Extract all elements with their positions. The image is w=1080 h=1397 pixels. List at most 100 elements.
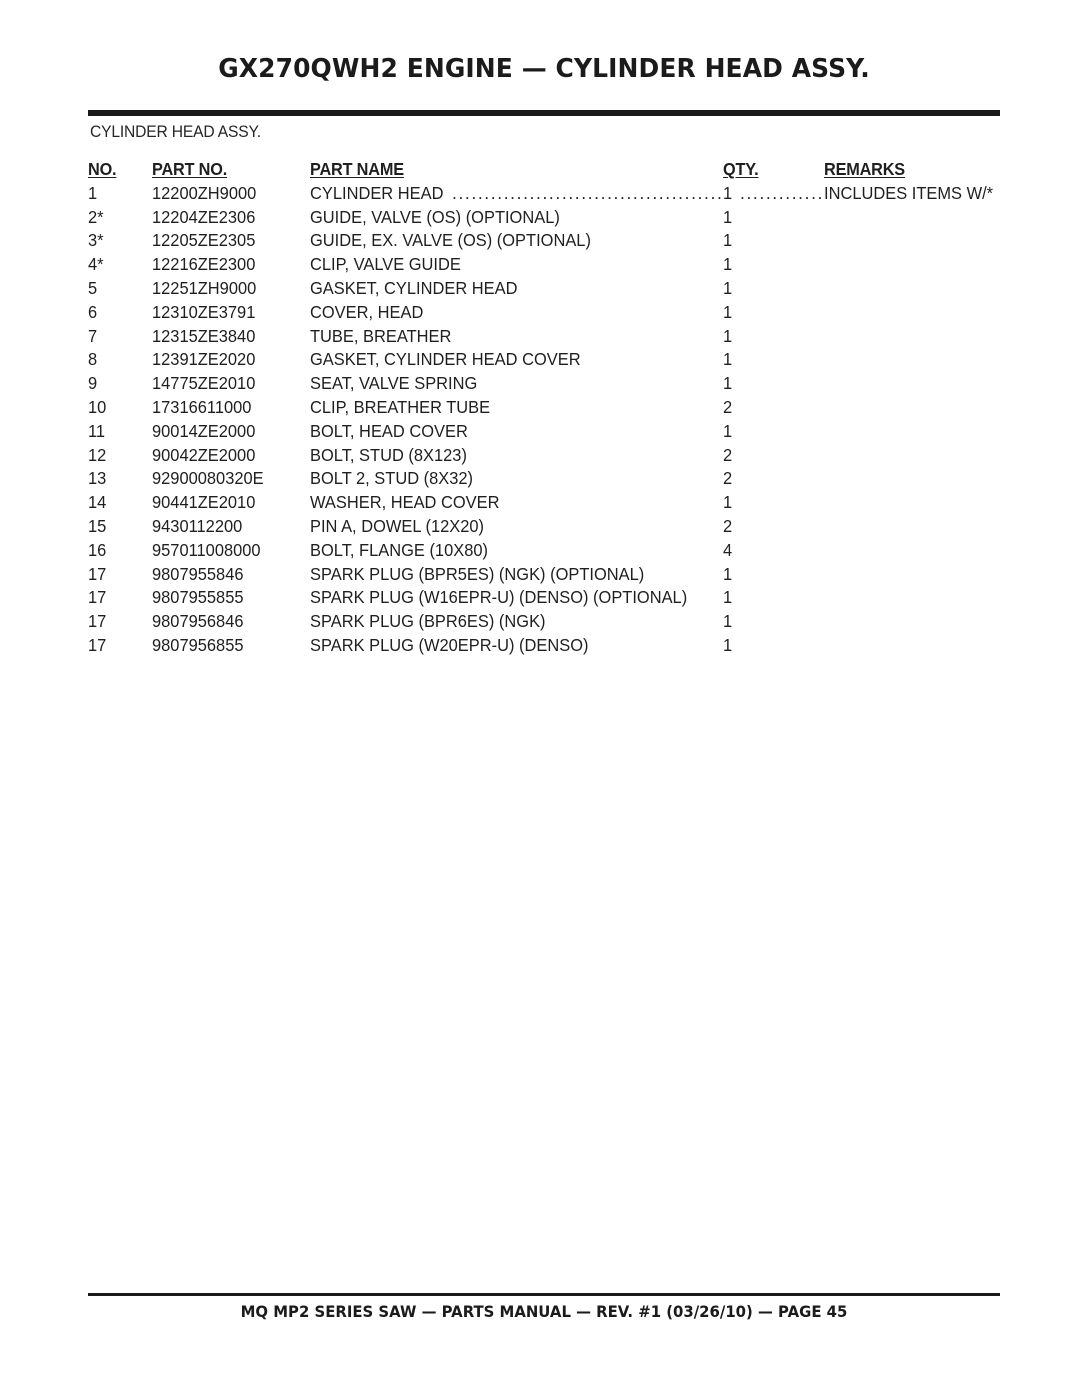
row-part-name: GASKET, CYLINDER HEAD COVER	[310, 349, 581, 370]
table-row: 9 14775ZE2010 SEAT, VALVE SPRING 1	[0, 372, 1080, 396]
row-no: 17	[88, 611, 107, 632]
row-part-name: COVER, HEAD	[310, 301, 424, 322]
table-row: 6 12310ZE3791 COVER, HEAD 1	[0, 301, 1080, 325]
row-part-name: GASKET, CYLINDER HEAD	[310, 277, 518, 298]
row-no: 8	[88, 349, 98, 370]
row-part-no: 12251ZH9000	[152, 277, 257, 298]
row-qty: 1	[723, 206, 733, 227]
row-part-no: 12216ZE2300	[152, 254, 256, 275]
row-no: 12	[88, 444, 107, 465]
row-part-no: 12315ZE3840	[152, 325, 256, 346]
row-part-no: 12205ZE2305	[152, 230, 256, 251]
row-qty: 1	[723, 587, 733, 608]
row-part-no: 90042ZE2000	[152, 444, 256, 465]
row-no: 9	[88, 373, 98, 394]
row-qty: 2	[723, 396, 733, 417]
table-row: 16 957011008000 BOLT, FLANGE (10X80) 4	[0, 539, 1080, 563]
row-no: 10	[88, 396, 107, 417]
row-no: 11	[88, 420, 106, 441]
page-title: GX270QWH2 ENGINE — CYLINDER HEAD ASSY.	[218, 54, 870, 84]
assembly-name-label: CYLINDER HEAD ASSY.	[90, 122, 261, 141]
row-qty: 2	[723, 444, 733, 465]
row-part-name: WASHER, HEAD COVER	[310, 492, 500, 513]
row-qty: 2	[723, 468, 733, 489]
row-no: 7	[88, 325, 98, 346]
column-header-remarks: REMARKS	[824, 159, 905, 179]
row-qty: 1	[723, 420, 733, 441]
parts-table: NO. PART NO. PART NAME QTY. REMARKS 1 122…	[0, 158, 1080, 658]
row-no: 17	[88, 587, 107, 608]
row-part-name: SEAT, VALVE SPRING	[310, 373, 478, 394]
table-row: 12 90042ZE2000 BOLT, STUD (8X123) 2	[0, 444, 1080, 468]
table-row: 17 9807955846 SPARK PLUG (BPR5ES) (NGK) (O…	[0, 563, 1080, 587]
dot-leader-qty-to-remarks: ..............	[740, 182, 822, 203]
row-part-name: BOLT, STUD (8X123)	[310, 444, 467, 465]
row-qty: 1	[723, 182, 733, 203]
row-qty: 1	[723, 325, 733, 346]
row-part-no: 12310ZE3791	[152, 301, 256, 322]
table-row: 2* 12204ZE2306 GUIDE, VALVE (OS) (OPTIONAL…	[0, 206, 1080, 230]
table-header-row: NO. PART NO. PART NAME QTY. REMARKS	[0, 158, 1080, 182]
column-header-qty: QTY.	[723, 159, 759, 179]
row-part-no: 12204ZE2306	[152, 206, 256, 227]
row-qty: 1	[723, 254, 733, 275]
table-body: 1 12200ZH9000 CYLINDER HEAD 1 INCLUDES ITEMS…	[0, 182, 1080, 658]
row-part-no: 9430112200	[152, 515, 243, 536]
row-qty: 1	[723, 492, 733, 513]
row-no: 15	[88, 515, 107, 536]
row-no: 17	[88, 634, 107, 655]
row-qty: 4	[723, 539, 733, 560]
table-row: 7 12315ZE3840 TUBE, BREATHER 1	[0, 325, 1080, 349]
row-no: 16	[88, 539, 107, 560]
row-part-no: 90441ZE2010	[152, 492, 256, 513]
row-part-name: CLIP, VALVE GUIDE	[310, 254, 461, 275]
row-qty: 1	[723, 277, 733, 298]
footer-divider-rule	[88, 1293, 1000, 1296]
row-part-no: 92900080320E	[152, 468, 264, 489]
column-header-part-no: PART NO.	[152, 159, 228, 179]
row-part-no: 17316611000	[152, 396, 252, 417]
row-qty: 2	[723, 515, 733, 536]
row-part-name: GUIDE, EX. VALVE (OS) (OPTIONAL)	[310, 230, 591, 251]
table-row: 11 90014ZE2000 BOLT, HEAD COVER 1	[0, 420, 1080, 444]
table-row: 17 9807956846 SPARK PLUG (BPR6ES) (NGK) 1	[0, 610, 1080, 634]
row-qty: 1	[723, 349, 733, 370]
row-part-no: 12200ZH9000	[152, 182, 257, 203]
table-row: 8 12391ZE2020 GASKET, CYLINDER HEAD COVER 1	[0, 348, 1080, 372]
row-no: 13	[88, 468, 107, 489]
row-part-no: 9807956846	[152, 611, 244, 632]
row-part-name: SPARK PLUG (BPR6ES) (NGK)	[310, 611, 546, 632]
row-part-no: 9807955846	[152, 563, 244, 584]
table-row: 5 12251ZH9000 GASKET, CYLINDER HEAD 1	[0, 277, 1080, 301]
table-row: 14 90441ZE2010 WASHER, HEAD COVER 1	[0, 491, 1080, 515]
row-no: 2*	[88, 206, 104, 227]
row-part-name: SPARK PLUG (W16EPR-U) (DENSO) (OPTIONAL)	[310, 587, 688, 608]
row-qty: 1	[723, 230, 733, 251]
row-qty: 1	[723, 301, 733, 322]
dot-leader-name-to-qty: ........................................…	[452, 182, 722, 203]
row-part-name: BOLT 2, STUD (8X32)	[310, 468, 474, 489]
row-qty: 1	[723, 373, 733, 394]
row-part-name: GUIDE, VALVE (OS) (OPTIONAL)	[310, 206, 560, 227]
row-part-name: SPARK PLUG (W20EPR-U) (DENSO)	[310, 634, 589, 655]
table-row: 10 17316611000 CLIP, BREATHER TUBE 2	[0, 396, 1080, 420]
row-no: 4*	[88, 254, 104, 275]
parts-manual-page: GX270QWH2 ENGINE — CYLINDER HEAD ASSY. C…	[0, 0, 1080, 1397]
column-header-part-name: PART NAME	[310, 159, 404, 179]
row-part-no: 9807955855	[152, 587, 244, 608]
header-divider-rule	[88, 110, 1000, 116]
row-no: 6	[88, 301, 98, 322]
row-part-no: 12391ZE2020	[152, 349, 256, 370]
row-qty: 1	[723, 611, 733, 632]
row-remarks: INCLUDES ITEMS W/*	[824, 182, 994, 203]
column-header-no: NO.	[88, 159, 117, 179]
row-part-name: PIN A, DOWEL (12X20)	[310, 515, 485, 536]
row-no: 14	[88, 492, 107, 513]
row-no: 3*	[88, 230, 104, 251]
row-part-name: BOLT, HEAD COVER	[310, 420, 468, 441]
row-part-no: 90014ZE2000	[152, 420, 256, 441]
table-row: 3* 12205ZE2305 GUIDE, EX. VALVE (OS) (OPTI…	[0, 229, 1080, 253]
row-qty: 1	[723, 634, 733, 655]
row-part-no: 14775ZE2010	[152, 373, 256, 394]
table-row: 17 9807956855 SPARK PLUG (W20EPR-U) (DENSO…	[0, 634, 1080, 658]
